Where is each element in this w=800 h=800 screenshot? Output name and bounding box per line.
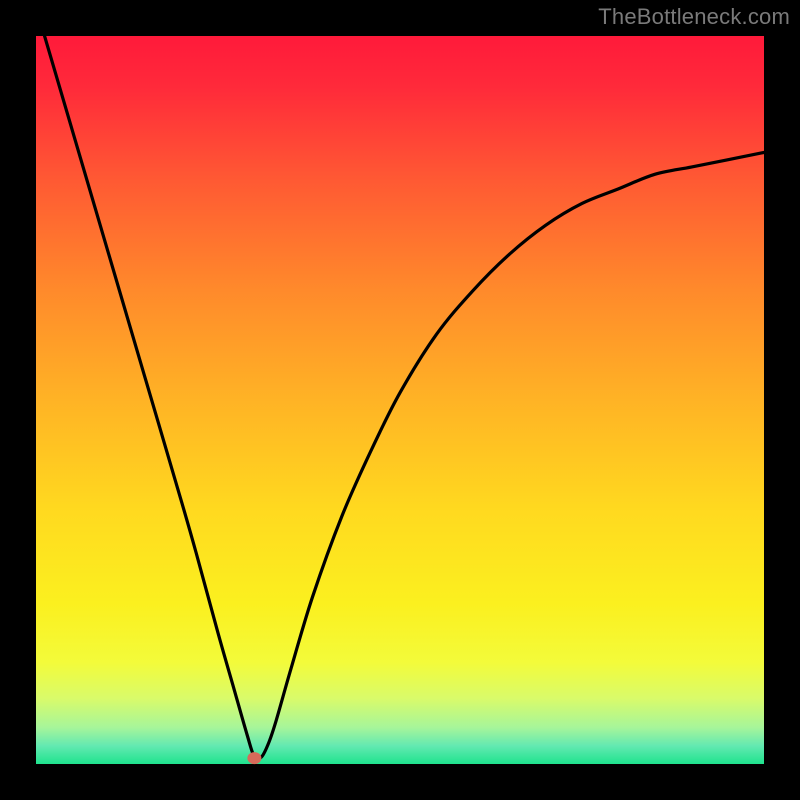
bottleneck-chart: [0, 0, 800, 800]
chart-frame: TheBottleneck.com: [0, 0, 800, 800]
optimum-marker: [247, 752, 261, 764]
plot-background: [36, 36, 764, 764]
attribution-label: TheBottleneck.com: [598, 4, 790, 30]
